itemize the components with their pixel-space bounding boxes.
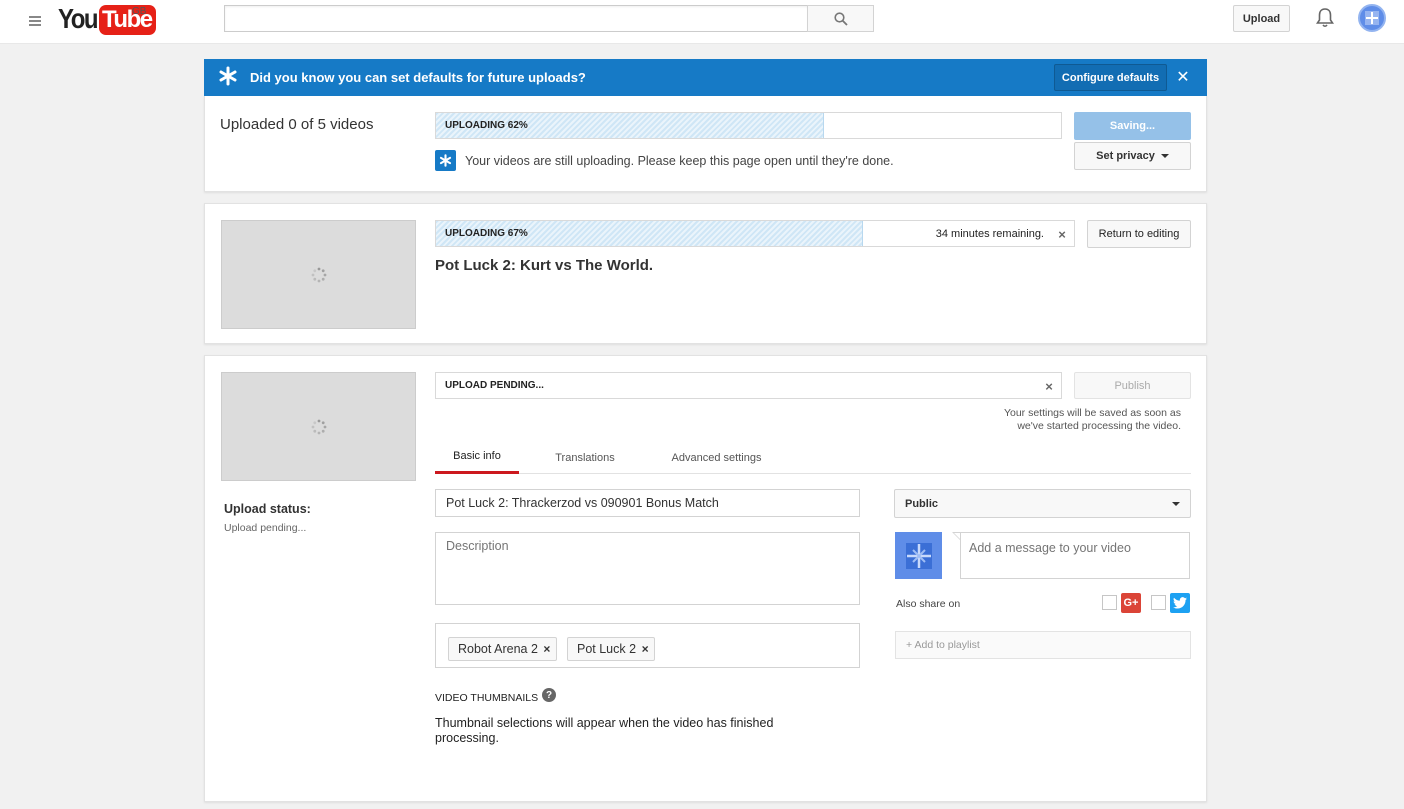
edit-tabs: Basic info Translations Advanced setting… xyxy=(435,441,1191,474)
upload-count: Uploaded 0 of 5 videos xyxy=(220,116,374,133)
return-to-editing-button[interactable]: Return to editing xyxy=(1087,220,1191,248)
publish-button[interactable]: Publish xyxy=(1074,372,1191,399)
upload-progress-bar: UPLOAD PENDING... × xyxy=(435,372,1062,399)
upload-notice: Your videos are still uploading. Please … xyxy=(465,154,894,168)
progress-label: UPLOADING 62% xyxy=(445,120,528,131)
progress-label: UPLOAD PENDING... xyxy=(445,380,544,391)
remove-tag-close-icon[interactable]: × xyxy=(538,642,556,656)
channel-avatar xyxy=(895,532,942,579)
asterisk-icon xyxy=(218,66,238,86)
video-thumbnails-heading: VIDEO THUMBNAILS xyxy=(435,692,539,704)
twitter-icon[interactable] xyxy=(1170,593,1190,613)
video-thumbnail xyxy=(221,372,416,481)
progress-label: UPLOADING 67% xyxy=(445,228,528,239)
add-to-playlist-button[interactable]: + Add to playlist xyxy=(895,631,1191,659)
caret-down-icon xyxy=(1160,154,1169,158)
configure-defaults-button[interactable]: Configure defaults xyxy=(1054,64,1167,91)
avatar-icon[interactable] xyxy=(1358,4,1386,32)
saving-button[interactable]: Saving... xyxy=(1074,112,1191,140)
tag-chip: Robot Arena 2 × xyxy=(448,637,557,661)
share-message-field[interactable] xyxy=(960,532,1190,579)
tag-label: Robot Arena 2 xyxy=(458,642,538,656)
defaults-banner: Did you know you can set defaults for fu… xyxy=(204,59,1207,96)
settings-note: Your settings will be saved as soon as w… xyxy=(1003,407,1181,432)
bell-icon[interactable] xyxy=(1315,7,1335,29)
video-thumbnail xyxy=(221,220,416,329)
time-remaining: 34 minutes remaining. xyxy=(935,228,1044,240)
gplus-icon[interactable]: G+ xyxy=(1121,593,1141,613)
description-field[interactable] xyxy=(435,532,860,605)
upload-button[interactable]: Upload xyxy=(1233,5,1290,32)
upload-summary-card: Uploaded 0 of 5 videos UPLOADING 62% Sav… xyxy=(204,96,1207,192)
set-privacy-label: Set privacy xyxy=(1096,150,1155,162)
tag-label: Pot Luck 2 xyxy=(577,642,637,656)
upload-item: Upload status: Upload pending... UPLOAD … xyxy=(204,355,1207,802)
set-privacy-button[interactable]: Set privacy xyxy=(1074,142,1191,170)
region-label: GB xyxy=(132,6,147,17)
search-button[interactable] xyxy=(807,5,874,32)
video-title: Pot Luck 2: Kurt vs The World. xyxy=(435,257,654,274)
youtube-logo[interactable]: You Tube GB xyxy=(58,4,156,36)
tab-basic-info[interactable]: Basic info xyxy=(435,441,519,474)
logo-tube-text: Tube xyxy=(99,5,156,35)
share-twitter-checkbox[interactable] xyxy=(1151,595,1166,610)
title-field[interactable]: Pot Luck 2: Thrackerzod vs 090901 Bonus … xyxy=(435,489,860,517)
tab-advanced-settings[interactable]: Advanced settings xyxy=(660,441,773,474)
logo-you-text: You xyxy=(58,3,99,35)
upload-status-value: Upload pending... xyxy=(224,522,307,534)
help-icon[interactable]: ? xyxy=(542,688,556,702)
tags-field[interactable]: Robot Arena 2 × Pot Luck 2 × xyxy=(435,623,860,668)
search-input[interactable] xyxy=(224,5,808,32)
upload-progress-bar: UPLOADING 67% 34 minutes remaining. × xyxy=(435,220,1075,247)
masthead: You Tube GB Upload xyxy=(0,0,1404,44)
close-icon[interactable]: ✕ xyxy=(1174,67,1192,87)
cancel-upload-close-icon[interactable]: × xyxy=(1055,227,1069,242)
tab-translations[interactable]: Translations xyxy=(540,441,630,474)
thumbnails-message: Thumbnail selections will appear when th… xyxy=(435,716,774,745)
caret-down-icon xyxy=(1172,501,1180,506)
search-icon xyxy=(833,11,848,26)
asterisk-icon xyxy=(435,150,456,171)
menu-icon[interactable] xyxy=(27,13,43,29)
overall-progress-bar: UPLOADING 62% xyxy=(435,112,1062,139)
spinner-icon xyxy=(311,419,327,435)
privacy-select[interactable]: Public xyxy=(894,489,1191,518)
remove-tag-close-icon[interactable]: × xyxy=(636,642,654,656)
share-gplus-checkbox[interactable] xyxy=(1102,595,1117,610)
banner-message: Did you know you can set defaults for fu… xyxy=(250,70,586,85)
privacy-value: Public xyxy=(905,497,939,510)
cancel-upload-close-icon[interactable]: × xyxy=(1042,379,1056,394)
also-share-label: Also share on xyxy=(896,598,961,610)
upload-item: UPLOADING 67% 34 minutes remaining. × Re… xyxy=(204,203,1207,344)
spinner-icon xyxy=(311,267,327,283)
tag-chip: Pot Luck 2 × xyxy=(567,637,656,661)
upload-status-label: Upload status: xyxy=(224,502,311,516)
